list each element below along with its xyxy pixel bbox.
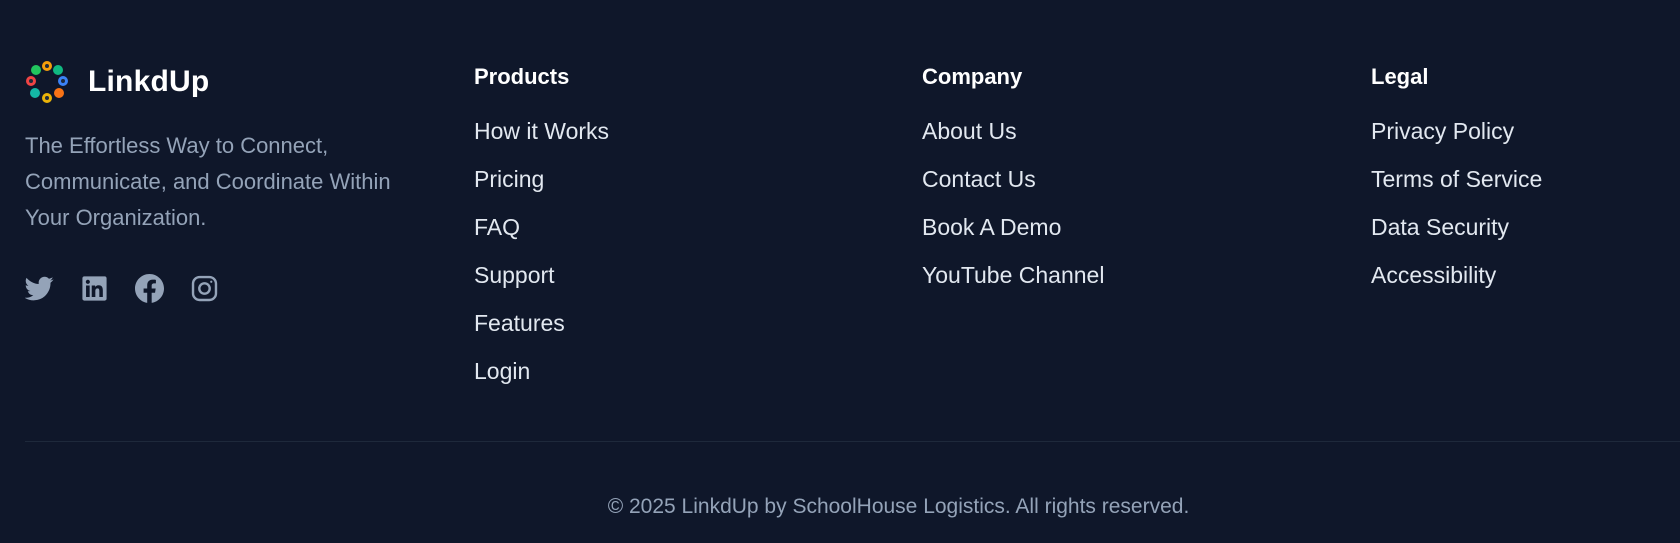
data-security-link[interactable]: Data Security xyxy=(1371,214,1509,240)
pricing-link[interactable]: Pricing xyxy=(474,166,544,192)
company-links: About Us Contact Us Book A Demo YouTube … xyxy=(922,118,1104,313)
contact-us-link[interactable]: Contact Us xyxy=(922,166,1036,192)
facebook-icon[interactable] xyxy=(135,274,164,303)
legal-links: Privacy Policy Terms of Service Data Sec… xyxy=(1371,118,1542,313)
brand-section: LinkdUp The Effortless Way to Connect, C… xyxy=(25,58,445,236)
brand-name: LinkdUp xyxy=(88,65,210,98)
instagram-icon[interactable] xyxy=(190,274,219,303)
how-it-works-link[interactable]: How it Works xyxy=(474,118,609,144)
brand-tagline: The Effortless Way to Connect, Communica… xyxy=(25,133,391,230)
products-links: How it Works Pricing FAQ Support Feature… xyxy=(474,118,609,409)
products-heading: Products xyxy=(474,64,570,89)
youtube-channel-link[interactable]: YouTube Channel xyxy=(922,262,1104,288)
linkedin-icon[interactable] xyxy=(80,274,109,303)
brand-logo-icon xyxy=(25,60,69,104)
company-column: Company About Us Contact Us Book A Demo … xyxy=(922,62,1104,313)
brand-row[interactable]: LinkdUp xyxy=(25,58,445,106)
twitter-icon[interactable] xyxy=(25,274,54,303)
login-link[interactable]: Login xyxy=(474,358,530,384)
legal-heading: Legal xyxy=(1371,64,1429,89)
accessibility-link[interactable]: Accessibility xyxy=(1371,262,1496,288)
footer-divider xyxy=(25,441,1680,442)
book-a-demo-link[interactable]: Book A Demo xyxy=(922,214,1061,240)
products-column: Products How it Works Pricing FAQ Suppor… xyxy=(474,62,609,409)
privacy-policy-link[interactable]: Privacy Policy xyxy=(1371,118,1514,144)
support-link[interactable]: Support xyxy=(474,262,555,288)
social-links xyxy=(25,274,219,303)
about-us-link[interactable]: About Us xyxy=(922,118,1017,144)
faq-link[interactable]: FAQ xyxy=(474,214,520,240)
legal-column: Legal Privacy Policy Terms of Service Da… xyxy=(1371,62,1542,313)
site-footer: LinkdUp The Effortless Way to Connect, C… xyxy=(0,0,1680,543)
features-link[interactable]: Features xyxy=(474,310,565,336)
company-heading: Company xyxy=(922,64,1023,89)
terms-of-service-link[interactable]: Terms of Service xyxy=(1371,166,1542,192)
copyright-text: © 2025 LinkdUp by SchoolHouse Logistics.… xyxy=(607,495,1190,518)
